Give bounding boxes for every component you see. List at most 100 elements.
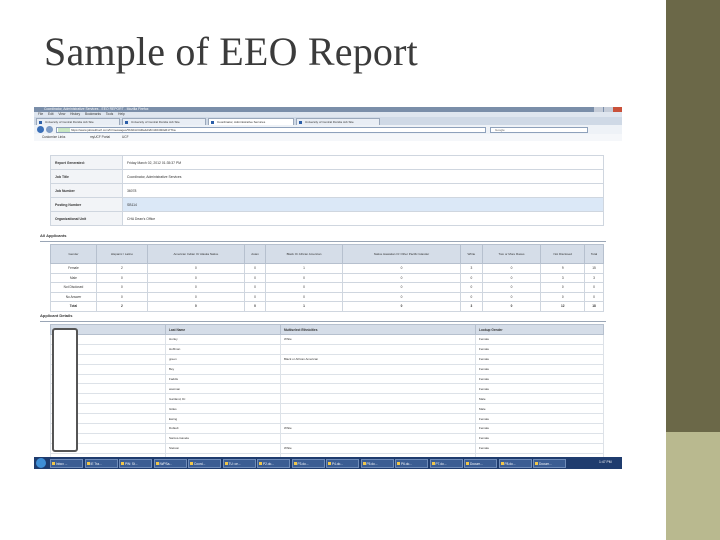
column-header: Gender (50, 244, 97, 264)
column-header[interactable]: Multiselect Ethnicities (280, 324, 476, 335)
table-row: Male 0 0 0 0 0 0 0 3 3 (50, 272, 604, 283)
browser-tab-2[interactable]: University of Central Florida Job Site (122, 118, 206, 125)
taskbar-item[interactable]: P6.do... (395, 458, 428, 468)
url-text: https://www.jobswithucf.com/hr/messages/… (71, 127, 176, 132)
table-cell: 1 (265, 301, 343, 312)
column-header[interactable]: Lookup Gender (475, 324, 604, 335)
menu-view[interactable]: View (58, 112, 65, 116)
favorite-link-customize[interactable]: Customize Links (42, 135, 65, 139)
info-label: Job Title (50, 169, 123, 184)
info-value: SB114 (122, 197, 604, 212)
table-cell: Female (475, 343, 604, 355)
table-cell: No Answer (50, 291, 97, 302)
table-cell: Santos-Gavela (165, 432, 281, 444)
table-cell: Female (475, 373, 604, 385)
table-cell (280, 413, 476, 425)
table-cell: Stetson (165, 442, 281, 454)
taskbar-item-label: P7.do... (435, 461, 447, 466)
column-header: Native Hawaiian Or Other Pacific Islande… (341, 244, 462, 264)
taskbar-item-label: P5.do... (366, 461, 378, 466)
table-cell: White (280, 423, 476, 434)
app-icon (397, 462, 400, 465)
table-cell (280, 383, 476, 395)
table-cell: 0 (481, 291, 542, 302)
table-cell: 0 (243, 282, 267, 293)
table-cell: Female (475, 442, 604, 454)
table-cell: Black or African American (280, 353, 476, 365)
all-applicants-heading: All Applicants (40, 233, 67, 238)
browser-tab-3[interactable]: Coordinator, Administrative Services (208, 118, 294, 125)
table-cell: 0 (341, 272, 462, 283)
table-cell: 0 (341, 291, 462, 302)
taskbar-item-label: Docum... (470, 461, 483, 466)
start-button[interactable] (36, 458, 46, 468)
table-row: Gitles Male (50, 403, 604, 415)
favorite-link-myucf[interactable]: myUCF Portal (90, 135, 110, 139)
column-header: Black Or African American (265, 244, 343, 264)
table-cell: Female (475, 432, 604, 444)
tab-label: University of Central Florida Job Site (131, 120, 180, 124)
menu-help[interactable]: Help (118, 112, 125, 116)
menu-history[interactable]: History (70, 112, 80, 116)
section-divider (40, 321, 606, 322)
table-cell: 0 (146, 282, 245, 293)
table-cell: 0 (243, 301, 267, 312)
taskbar-item[interactable]: TU: ce... (222, 458, 256, 468)
table-cell: Total (50, 301, 97, 312)
browser-tab-4[interactable]: University of Central Florida Job Site (296, 118, 380, 125)
table-row: Ewing Female (50, 413, 604, 425)
column-header: Two or More Races (481, 244, 542, 264)
search-input[interactable]: Google (490, 126, 588, 133)
browser-tab-1[interactable]: University of Central Florida Job Site (36, 118, 120, 125)
info-row: Posting Number SB114 (50, 197, 604, 212)
menu-bookmarks[interactable]: Bookmarks (85, 112, 101, 116)
table-cell: Male (475, 393, 604, 405)
taskbar-item[interactable]: P5.do... (360, 458, 394, 468)
taskbar-item[interactable]: P3.do... (291, 458, 325, 468)
taskbar-item[interactable]: P8.do... (498, 458, 532, 468)
favorite-link-ucf[interactable]: UCF (122, 135, 129, 139)
table-cell: 0 (265, 291, 343, 302)
table-cell: 3 (584, 272, 604, 283)
page-icon (299, 121, 302, 124)
table-cell: 0 (243, 263, 267, 274)
table-cell: 3 (460, 301, 483, 312)
taskbar-item[interactable]: IE Tra... (84, 458, 118, 468)
table-cell: Hurley (165, 334, 281, 345)
taskbar-item[interactable]: PW: St... (119, 458, 152, 468)
app-icon (52, 462, 55, 465)
menu-file[interactable]: File (38, 112, 43, 116)
taskbar-item[interactable]: Coord... (188, 458, 221, 468)
taskbar-item-label: Inbox ... (56, 461, 68, 466)
table-cell: Female (475, 383, 604, 395)
column-header[interactable]: Last Name (165, 324, 281, 335)
table-cell: 0 (146, 263, 245, 274)
taskbar-item[interactable]: P4.do... (326, 458, 359, 468)
forward-icon[interactable] (46, 126, 53, 133)
info-value: Friday March 02, 2012 01:35:37 PM (122, 155, 604, 170)
taskbar-item[interactable]: P7.do... (429, 458, 463, 468)
table-cell: Female (475, 423, 604, 434)
taskbar-item[interactable]: Docum... (533, 458, 566, 468)
info-row: Job Title Coordinator, Administrative Ser… (50, 169, 604, 184)
table-cell: 0 (481, 272, 542, 283)
decorative-side-band-accent (666, 432, 720, 540)
taskbar-item[interactable]: P2.do... (257, 458, 290, 468)
taskbar-item[interactable]: IWPSa... (153, 458, 187, 468)
table-cell: 0 (460, 291, 483, 302)
taskbar-item[interactable]: Docum... (464, 458, 497, 468)
menu-tools[interactable]: Tools (106, 112, 113, 116)
back-icon[interactable] (37, 126, 44, 133)
taskbar-item-label: IWPSa... (159, 461, 173, 466)
taskbar-item[interactable]: Inbox ... (50, 458, 83, 468)
info-label: Posting Number (50, 197, 123, 212)
info-value: 36078 (122, 183, 604, 198)
menu-edit[interactable]: Edit (48, 112, 54, 116)
url-input[interactable]: https://www.jobswithucf.com/hr/messages/… (56, 126, 486, 133)
site-identity-badge[interactable] (58, 128, 70, 132)
table-cell: 18 (584, 301, 604, 312)
table-row: Faddis Female (50, 373, 604, 385)
info-value: Coordinator, Administrative Services (122, 169, 604, 184)
table-row: Female 2 0 0 1 0 3 0 9 15 (50, 263, 604, 274)
section-divider (40, 241, 606, 242)
